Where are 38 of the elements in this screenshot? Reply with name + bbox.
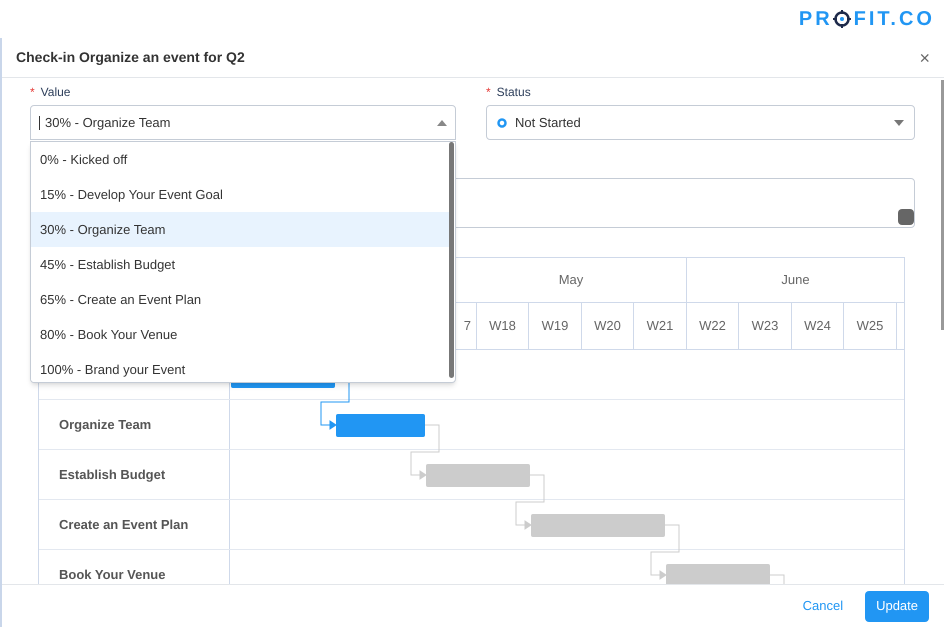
connector-arrow bbox=[650, 524, 680, 580]
week-header: W23 bbox=[738, 303, 791, 349]
required-mark: * bbox=[486, 84, 491, 99]
week-header: W21 bbox=[633, 303, 686, 349]
connector-arrow bbox=[516, 474, 544, 530]
required-mark: * bbox=[30, 84, 35, 99]
value-select[interactable]: 30% - Organize Team bbox=[30, 105, 456, 140]
week-header: W19 bbox=[528, 303, 581, 349]
status-select[interactable]: Not Started bbox=[486, 105, 915, 140]
week-header: W20 bbox=[581, 303, 633, 349]
week-header: W18 bbox=[476, 303, 528, 349]
task-name: Establish Budget bbox=[59, 466, 166, 484]
task-name: Book Your Venue bbox=[59, 566, 166, 584]
week-header: W25 bbox=[843, 303, 896, 349]
task-bar[interactable] bbox=[336, 414, 425, 437]
task-name: Create an Event Plan bbox=[59, 516, 188, 534]
connector-arrow bbox=[410, 424, 440, 480]
task-bar[interactable] bbox=[531, 514, 665, 537]
status-dot-icon bbox=[497, 118, 507, 128]
dialog-title: Check-in Organize an event for Q2 bbox=[16, 48, 245, 67]
week-header: W22 bbox=[686, 303, 738, 349]
field-label: Status bbox=[496, 84, 531, 99]
brand-logo: PR FIT.CO bbox=[798, 7, 935, 32]
month-header: June bbox=[686, 258, 904, 302]
task-name: Organize Team bbox=[59, 416, 152, 434]
caret-up-icon bbox=[437, 120, 447, 126]
dropdown-option[interactable]: 100% - Brand your Event bbox=[31, 352, 450, 382]
caret-down-icon bbox=[894, 120, 904, 126]
select-value: 30% - Organize Team bbox=[45, 114, 170, 132]
resize-handle-icon bbox=[898, 209, 914, 225]
select-value: Not Started bbox=[515, 114, 581, 132]
field-label: Value bbox=[40, 84, 70, 99]
dropdown-option[interactable]: 30% - Organize Team bbox=[31, 212, 450, 247]
task-bar[interactable] bbox=[426, 464, 530, 487]
dropdown-option[interactable]: 0% - Kicked off bbox=[31, 142, 450, 177]
week-header: W24 bbox=[791, 303, 843, 349]
close-button[interactable]: × bbox=[919, 48, 930, 66]
crosshair-icon bbox=[832, 10, 851, 28]
